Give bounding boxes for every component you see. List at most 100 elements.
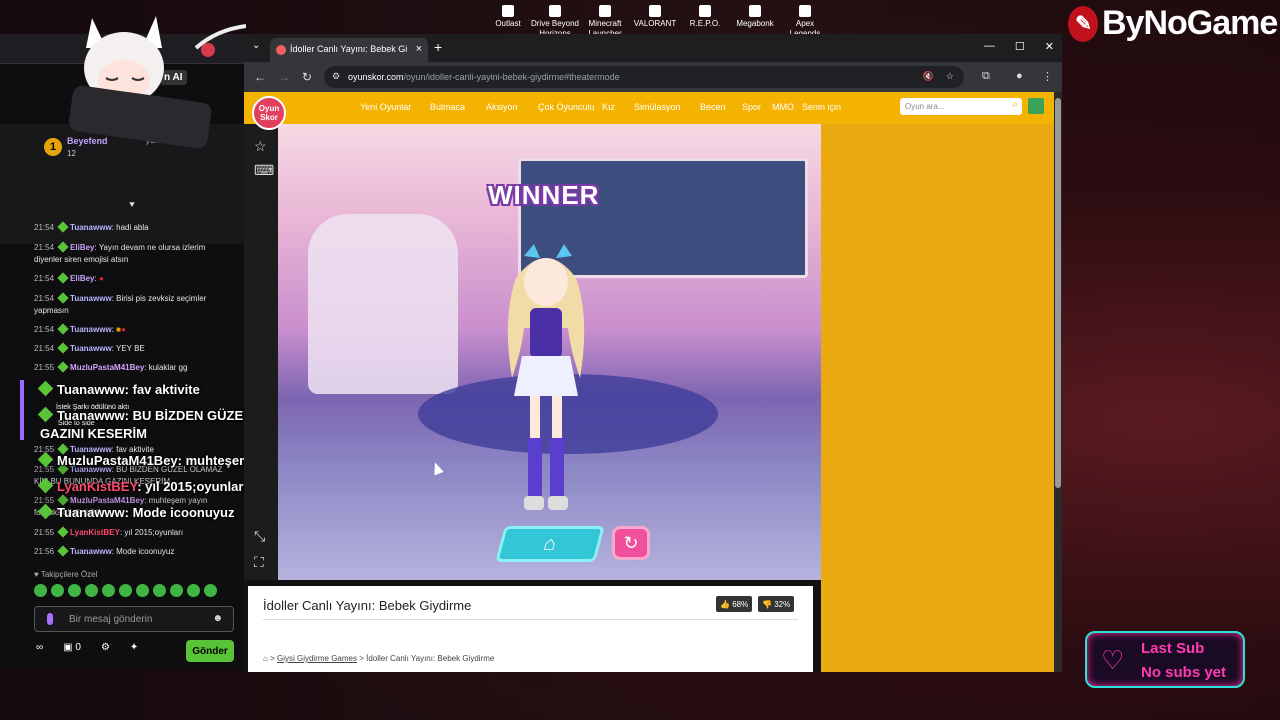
nav-item[interactable]: Yeni Oyunlar	[360, 102, 430, 112]
site-header: Yeni Oyunlar Bulmaca Aksiyon Çok Oyuncul…	[244, 92, 1054, 124]
close-icon[interactable]: ×	[416, 43, 422, 55]
pen-icon: ✎	[1068, 5, 1098, 42]
overlay-message: LyanKistBEY: yıl 2015;oyunları	[37, 477, 247, 494]
retry-button[interactable]: ↻	[612, 526, 650, 560]
divider	[263, 619, 798, 620]
emote-bar	[34, 584, 217, 597]
chat-actions: ∞ ▣ 0 ⚙ ✦	[36, 642, 138, 653]
emote-icon[interactable]	[204, 584, 217, 597]
user-icon[interactable]	[1028, 98, 1044, 114]
gamepad-icon[interactable]: ⌨	[254, 162, 274, 179]
site-info-icon[interactable]: ⚙	[332, 71, 340, 82]
fullscreen-icon[interactable]: ⛶	[254, 554, 264, 571]
back-icon[interactable]: ←	[254, 70, 266, 84]
emote-icon[interactable]	[170, 584, 183, 597]
favicon-icon	[276, 45, 286, 55]
thumbs-up-icon: 👍	[720, 600, 730, 609]
emote-icon[interactable]	[34, 584, 47, 597]
emote-icon[interactable]	[153, 584, 166, 597]
collapse-arrow-icon[interactable]: ⯆	[128, 200, 136, 211]
send-button[interactable]: Gönder	[186, 640, 234, 662]
nav-item[interactable]: Kız	[602, 102, 634, 112]
search-icon[interactable]: ⌕	[1012, 99, 1018, 110]
maximize-icon[interactable]: ☐	[1015, 40, 1025, 53]
emote-icon[interactable]	[51, 584, 64, 597]
nav-item[interactable]: Çok Oyunculu	[538, 102, 602, 112]
chat-message: 21:54 EliBey: ●	[34, 272, 104, 284]
last-sub-widget: ♡ Last Sub No subs yet	[1085, 631, 1245, 688]
url-field[interactable]: ⚙ oyunskor.com/oyun/idoller-canli-yayini…	[324, 66, 964, 88]
muted-icon[interactable]: 🔇	[923, 71, 934, 82]
overlay-message: Tuanawww: Mode icoonuyuz	[37, 503, 234, 520]
new-tab-icon[interactable]: +	[434, 39, 442, 55]
game-sidebar: ☆ ⌨ ⤡ ⛶	[244, 124, 278, 580]
window-controls: — ☐ ✕	[984, 40, 1054, 53]
gear-icon[interactable]: ⚙	[101, 642, 110, 653]
extensions-icon[interactable]: ⧉	[982, 70, 990, 83]
emote-icon[interactable]	[102, 584, 115, 597]
scrollbar-thumb[interactable]	[1055, 98, 1061, 488]
like-button[interactable]: 👍 68%	[716, 596, 753, 612]
home-icon: ⌂	[541, 532, 560, 555]
emote-icon: ●	[98, 274, 104, 283]
nav-item[interactable]: Aksiyon	[486, 102, 538, 112]
breadcrumb-current: İdoller Canlı Yayını: Bebek Giydirme	[366, 654, 495, 663]
overlay-accent	[20, 380, 24, 440]
nav-item[interactable]: Bulmaca	[430, 102, 486, 112]
emote-icon[interactable]	[68, 584, 81, 597]
overlay-message: GAZINI KESERİM	[40, 426, 147, 441]
chat-message: 21:55 MuzluPastaM41Bey: kulaklar gg	[34, 361, 188, 373]
breadcrumb: ⌂ > Giysi Giydirme Games > İdoller Canlı…	[263, 654, 495, 663]
refresh-icon: ↻	[623, 532, 639, 553]
emote-icon[interactable]	[136, 584, 149, 597]
emote-icon[interactable]	[85, 584, 98, 597]
ad-column	[821, 124, 1054, 672]
app-icon	[502, 5, 514, 17]
home-button[interactable]: ⌂	[495, 526, 605, 562]
close-window-icon[interactable]: ✕	[1045, 40, 1054, 53]
minimize-icon[interactable]: —	[984, 40, 995, 53]
menu-icon[interactable]: ⋮	[1042, 70, 1053, 83]
site-nav: Yeni Oyunlar Bulmaca Aksiyon Çok Oyuncul…	[360, 102, 852, 112]
emote-icon: ●	[120, 325, 126, 334]
home-icon[interactable]: ⌂	[263, 654, 268, 663]
emoji-icon[interactable]: ☻	[212, 613, 223, 624]
forward-icon[interactable]: →	[278, 70, 290, 84]
tab-active[interactable]: İdoller Canlı Yayını: Bebek Gi ×	[270, 38, 428, 62]
heart-icon: ♡	[1101, 645, 1125, 675]
star-icon[interactable]: ☆	[946, 71, 954, 82]
chat-input[interactable]: Bir mesaj gönderin ☻	[34, 606, 234, 632]
nav-item[interactable]: Spor	[742, 102, 772, 112]
nav-item[interactable]: MMO	[772, 102, 802, 112]
breadcrumb-link[interactable]: Giysi Giydirme Games	[277, 654, 357, 663]
game-canvas[interactable]: WINNER ⌂ ↻	[278, 124, 821, 580]
points-icon[interactable]: ∞	[36, 642, 43, 653]
app-icon	[649, 5, 661, 17]
nav-item[interactable]: Simülasyon	[634, 102, 700, 112]
collapse-icon[interactable]: ⤡	[254, 528, 265, 545]
tab-bar: ⌄ İdoller Canlı Yayını: Bebek Gi × + — ☐…	[244, 34, 1062, 62]
reload-icon[interactable]: ↻	[302, 70, 312, 84]
app-icon	[799, 5, 811, 17]
thumbs-down-icon: 👎	[762, 600, 772, 609]
mic-icon[interactable]	[47, 613, 53, 625]
emote-icon[interactable]	[119, 584, 132, 597]
star-icon[interactable]: ☆	[254, 138, 267, 155]
website: Yeni Oyunlar Bulmaca Aksiyon Çok Oyuncul…	[244, 92, 1054, 672]
nav-item[interactable]: Senin için	[802, 102, 852, 112]
gift-icon[interactable]: ▣ 0	[63, 642, 81, 653]
browser-window: ⌄ İdoller Canlı Yayını: Bebek Gi × + — ☐…	[244, 34, 1062, 672]
profile-icon[interactable]: ●	[1016, 70, 1023, 82]
dislike-button[interactable]: 👎 32%	[758, 596, 795, 612]
puzzle-icon[interactable]: ✦	[130, 642, 138, 653]
chat-message: 21:54 EliBey: Yayın devam ne olursa izler…	[34, 241, 206, 264]
emote-icon[interactable]	[187, 584, 200, 597]
chevron-down-icon[interactable]: ⌄	[252, 40, 260, 51]
chat-message: 21:56 Tuanawww: Mode icoonuyuz	[34, 545, 175, 557]
bg-chair	[308, 214, 458, 394]
site-search-input[interactable]: Oyun ara... ⌕	[900, 98, 1022, 115]
app-icon	[699, 5, 711, 17]
site-logo[interactable]: Oyun Skor	[252, 96, 286, 130]
nav-item[interactable]: Beceri	[700, 102, 742, 112]
scrollbar[interactable]	[1054, 92, 1062, 672]
